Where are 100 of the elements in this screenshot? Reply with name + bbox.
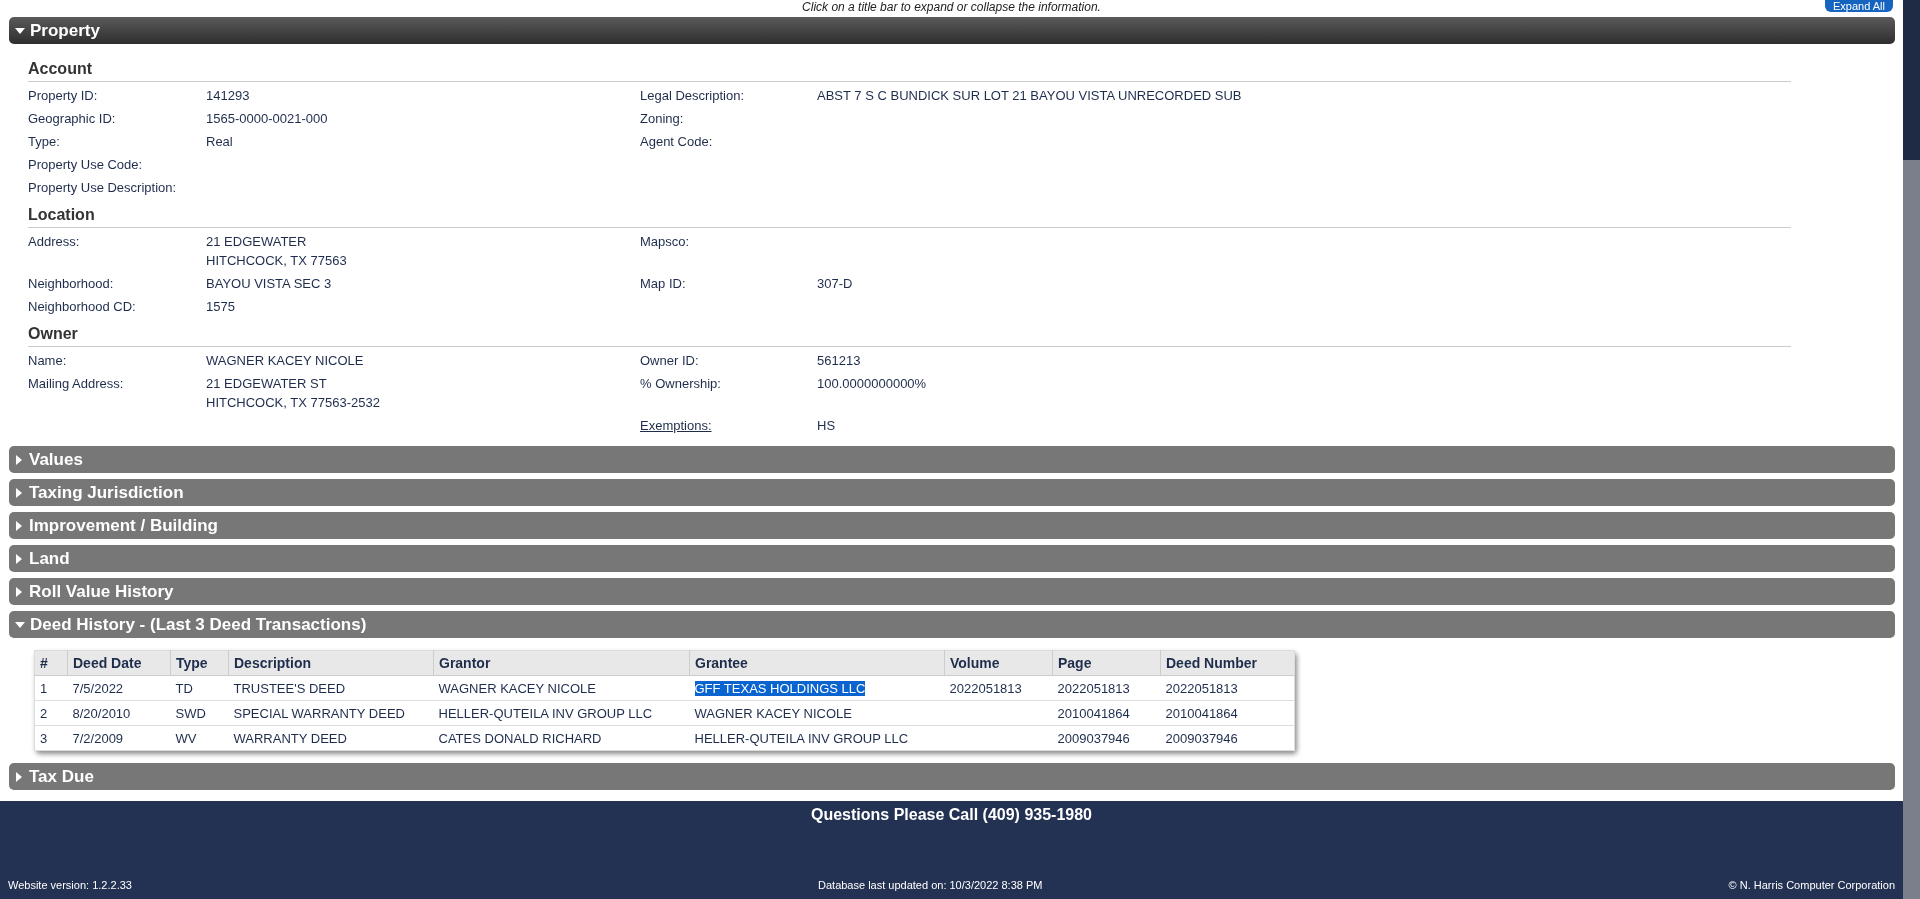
section-title: Property [30,20,100,41]
group-heading: Account [28,57,1791,82]
caret-right-icon [16,586,22,597]
scrollbar[interactable] [1903,0,1920,899]
table-cell: WAGNER KACEY NICOLE [694,705,852,721]
field-value: HS [817,417,837,435]
section-title-bar[interactable]: Roll Value History [9,578,1895,605]
field-label: Geographic ID: [28,110,117,128]
field-value: 100.0000000000% [817,375,928,393]
section-title: Land [29,548,70,569]
table-cell: 2009037946 [1057,730,1130,746]
field-label: Type: [28,133,61,151]
group-heading: Owner [28,322,1791,347]
table-cell: HELLER-QUTEILA INV GROUP LLC [438,705,653,721]
last-updated-text: Database last updated on: 10/3/2022 8:38 PM [818,879,1043,891]
section-title: Improvement / Building [29,515,218,536]
field-value: 307-D [817,275,854,293]
section-title-bar[interactable]: Land [9,545,1895,572]
section-title: Taxing Jurisdiction [29,482,184,503]
field-label: % Ownership: [640,375,722,393]
table-cell: 2010041864 [1165,705,1238,721]
caret-right-icon [16,454,22,465]
column-header: Grantor [433,650,690,676]
section-title-bar[interactable]: Property [9,17,1895,44]
table-cell: SPECIAL WARRANTY DEED [233,705,405,721]
field-label: Map ID: [640,275,687,293]
field-value: 141293 [206,87,251,105]
field-label-link[interactable]: Exemptions: [640,414,817,437]
field-value: BAYOU VISTA SEC 3 [206,275,333,293]
expand-all-button[interactable]: Expand All [1825,0,1893,12]
field-label: Property Use Code: [28,156,144,174]
column-header: Volume [944,650,1053,676]
field-value: WAGNER KACEY NICOLE [206,352,365,370]
table-cell: WAGNER KACEY NICOLE [438,680,596,696]
table-cell: GFF TEXAS HOLDINGS LLC [694,680,866,696]
field-value: 1565-0000-0021-000 [206,110,329,128]
caret-right-icon [16,771,22,782]
field-label: Owner ID: [640,352,700,370]
table-cell: TRUSTEE'S DEED [233,680,346,696]
field-label: Property Use Description: [28,179,178,197]
table-cell: 1 [40,680,48,696]
table-cell: 2022051813 [1057,680,1130,696]
instruction-text: Click on a title bar to expand or collapse the information. [802,0,1101,16]
section-title-bar[interactable]: Tax Due [9,763,1895,790]
table-cell: HELLER-QUTEILA INV GROUP LLC [694,730,909,746]
caret-down-icon [15,27,25,34]
field-label: Agent Code: [640,133,714,151]
contact-phone-text: Questions Please Call (409) 935-1980 [810,806,1092,824]
field-value: 21 EDGEWATER ST [206,375,328,393]
field-label: Address: [28,233,81,251]
field-value: 21 EDGEWATER [206,233,308,251]
field-label: Mailing Address: [28,375,125,393]
column-header: Deed Number [1160,650,1295,676]
table-cell: 7/2/2009 [72,730,124,746]
table-cell: 2022051813 [1165,680,1238,696]
field-value: 561213 [817,352,862,370]
field-label: Neighborhood CD: [28,298,137,316]
field-label: Neighborhood: [28,275,115,293]
section-title-bar[interactable]: Taxing Jurisdiction [9,479,1895,506]
field-label: Legal Description: [640,87,746,105]
section-title: Deed History - (Last 3 Deed Transactions) [30,614,367,635]
table-cell: WARRANTY DEED [233,730,347,746]
field-value: HITCHCOCK, TX 77563 [206,252,348,270]
column-header: # [34,650,68,676]
table-cell: 2010041864 [1057,705,1130,721]
section-title: Values [29,449,83,470]
caret-right-icon [16,520,22,531]
table-cell: SWD [175,705,206,721]
caret-right-icon [16,553,22,564]
field-value: 1575 [206,298,236,316]
caret-down-icon [15,621,25,628]
version-text: Website version: 1.2.2.33 [8,879,132,891]
field-label: Name: [28,352,68,370]
field-label: Property ID: [28,87,99,105]
table-cell: 2 [40,705,48,721]
column-header: Page [1052,650,1161,676]
column-header: Type [170,650,229,676]
table-cell: TD [175,680,193,696]
copyright-text: © N. Harris Computer Corporation [1728,879,1895,891]
section-title: Tax Due [29,766,94,787]
table-cell: CATES DONALD RICHARD [438,730,602,746]
field-value: Real [206,133,234,151]
table-cell: 2022051813 [949,680,1022,696]
table-cell: 8/20/2010 [72,705,131,721]
table-cell: 3 [40,730,48,746]
table-cell: 2009037946 [1165,730,1238,746]
field-label: Mapsco: [640,233,691,251]
section-title-bar[interactable]: Deed History - (Last 3 Deed Transactions) [9,611,1895,638]
field-value: HITCHCOCK, TX 77563-2532 [206,394,381,412]
caret-right-icon [16,487,22,498]
group-heading: Location [28,203,1791,228]
table-cell: 7/5/2022 [72,680,124,696]
section-title: Roll Value History [29,581,174,602]
field-value: ABST 7 S C BUNDICK SUR LOT 21 BAYOU VISTA UNRECORDED SUB [817,87,1243,105]
field-label: Zoning: [640,110,685,128]
section-title-bar[interactable]: Improvement / Building [9,512,1895,539]
section-title-bar[interactable]: Values [9,446,1895,473]
column-header: Deed Date [67,650,171,676]
column-header: Description [228,650,434,676]
column-header: Grantee [689,650,945,676]
